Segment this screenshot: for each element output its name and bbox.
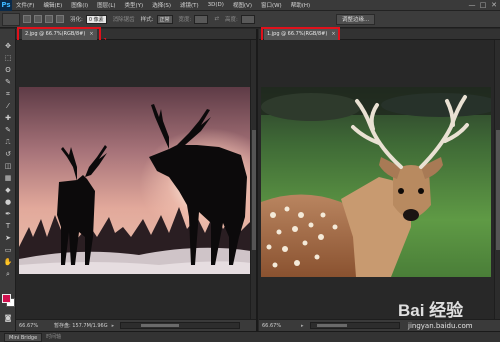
lasso-icon[interactable]: ʘ [2, 65, 14, 75]
scroll-thumb[interactable] [141, 324, 180, 327]
zoom-level[interactable]: 66.67% [259, 323, 281, 329]
new-selection-icon[interactable] [23, 15, 31, 23]
deer-silhouette-image [19, 87, 251, 274]
menu-select[interactable]: 选择(S) [152, 1, 171, 9]
menu-bar: Ps 文件(F) 编辑(E) 图像(I) 图层(L) 类型(Y) 选择(S) 滤… [0, 0, 500, 11]
menu-edit[interactable]: 编辑(E) [43, 1, 62, 9]
quick-select-icon[interactable]: ✎ [2, 77, 14, 87]
watermark-logo-text: Bai 经验 [398, 301, 464, 320]
blur-icon[interactable]: ◆ [2, 185, 14, 195]
menu-help[interactable]: 帮助(H) [291, 1, 310, 9]
history-brush-icon[interactable]: ↺ [2, 149, 14, 159]
menu-file[interactable]: 文件(F) [16, 1, 34, 9]
crop-icon[interactable]: ⌗ [2, 89, 14, 99]
marquee-icon[interactable]: ⬚ [2, 53, 14, 63]
brush-icon[interactable]: ✎ [2, 125, 14, 135]
menu-window[interactable]: 窗口(W) [261, 1, 282, 9]
shape-icon[interactable]: ▭ [2, 245, 14, 255]
menu-type[interactable]: 类型(Y) [125, 1, 144, 9]
feather-label: 羽化: [70, 17, 83, 23]
add-selection-icon[interactable] [34, 15, 42, 23]
maximize-icon[interactable]: □ [479, 1, 487, 9]
tool-preset-picker[interactable] [2, 12, 20, 26]
style-select[interactable]: 正常 [156, 14, 173, 24]
width-input[interactable] [194, 14, 209, 24]
window-controls: — □ ✕ [468, 1, 498, 9]
menu-layer[interactable]: 图层(L) [97, 1, 115, 9]
photoshop-window: Ps 文件(F) 编辑(E) 图像(I) 图层(L) 类型(Y) 选择(S) 滤… [0, 0, 500, 342]
app-logo: Ps [0, 0, 12, 11]
menu-filter[interactable]: 滤镜(T) [180, 1, 199, 9]
minimize-icon[interactable]: — [468, 1, 476, 9]
canvas-area[interactable] [259, 40, 500, 319]
status-bar: 66.67% 暂存盘: 157.7M/1.96G ▸ [16, 319, 256, 331]
menu-3d[interactable]: 3D(D) [208, 2, 224, 8]
pen-icon[interactable]: ✒ [2, 209, 14, 219]
quick-mask-icon[interactable]: ◙ [2, 313, 14, 323]
status-menu-arrow[interactable]: ▸ [301, 323, 304, 329]
tools-panel: ✥ ⬚ ʘ ✎ ⌗ ⁄ ✚ ✎ ⎍ ↺ ◫ ▦ ◆ ● ✒ T ➤ ▭ ✋ ⌕ … [0, 29, 16, 331]
eraser-icon[interactable]: ◫ [2, 161, 14, 171]
zoom-level[interactable]: 66.67% [16, 323, 38, 329]
healing-icon[interactable]: ✚ [2, 113, 14, 123]
canvas-area[interactable] [16, 40, 256, 319]
silhouette-deer-image[interactable] [19, 87, 251, 274]
move-icon[interactable]: ✥ [2, 41, 14, 51]
watermark-url: jingyan.baidu.com [408, 322, 473, 330]
horizontal-scrollbar[interactable] [120, 322, 241, 329]
fallow-deer-image[interactable] [261, 87, 491, 277]
foreground-color-swatch[interactable] [2, 294, 11, 303]
type-icon[interactable]: T [2, 221, 14, 231]
height-input[interactable] [240, 14, 255, 24]
scroll-thumb[interactable] [496, 130, 500, 250]
baidu-watermark: Bai 经验 jingyan.baidu.com [398, 296, 494, 338]
tab-timeline[interactable]: 时间轴 [42, 333, 65, 342]
scroll-thumb[interactable] [252, 130, 256, 250]
dodge-icon[interactable]: ● [2, 197, 14, 207]
vertical-scrollbar[interactable] [250, 40, 256, 319]
horizontal-scrollbar[interactable] [309, 322, 400, 329]
scratch-disk-info: 暂存盘: 157.7M/1.96G [54, 323, 108, 329]
status-menu-arrow[interactable]: ▸ [112, 323, 115, 329]
stamp-icon[interactable]: ⎍ [2, 137, 14, 147]
refine-edge-button[interactable]: 调整边缘... [336, 14, 376, 25]
gradient-icon[interactable]: ▦ [2, 173, 14, 183]
feather-input[interactable]: 0 像素 [85, 14, 107, 24]
zoom-icon[interactable]: ⌕ [2, 269, 14, 279]
swap-icon[interactable]: ⇄ [214, 16, 219, 22]
document-window-1: 2.jpg @ 66.7%(RGB/8#)× 1 [16, 27, 258, 331]
document-window-2: 1.jpg @ 66.7%(RGB/8#)× 2 [259, 27, 500, 331]
tab-mini-bridge[interactable]: Mini Bridge [4, 332, 43, 342]
scroll-thumb[interactable] [316, 324, 347, 327]
hand-icon[interactable]: ✋ [2, 257, 14, 267]
deer-photo-image [261, 87, 491, 277]
height-label: 高度: [225, 17, 238, 23]
close-window-icon[interactable]: ✕ [490, 1, 498, 9]
path-select-icon[interactable]: ➤ [2, 233, 14, 243]
menu-image[interactable]: 图像(I) [71, 1, 88, 9]
style-label: 样式: [140, 17, 154, 23]
antialias-checkbox[interactable]: 消除锯齿 [113, 15, 135, 23]
options-bar: 羽化: 0 像素 消除锯齿 样式: 正常 宽度: ⇄ 高度: [0, 11, 500, 28]
width-label: 宽度: [178, 17, 192, 23]
subtract-selection-icon[interactable] [45, 15, 53, 23]
eyedropper-icon[interactable]: ⁄ [2, 101, 14, 111]
vertical-scrollbar[interactable] [494, 40, 500, 319]
intersect-selection-icon[interactable] [56, 15, 64, 23]
menu-view[interactable]: 视图(V) [233, 1, 252, 9]
